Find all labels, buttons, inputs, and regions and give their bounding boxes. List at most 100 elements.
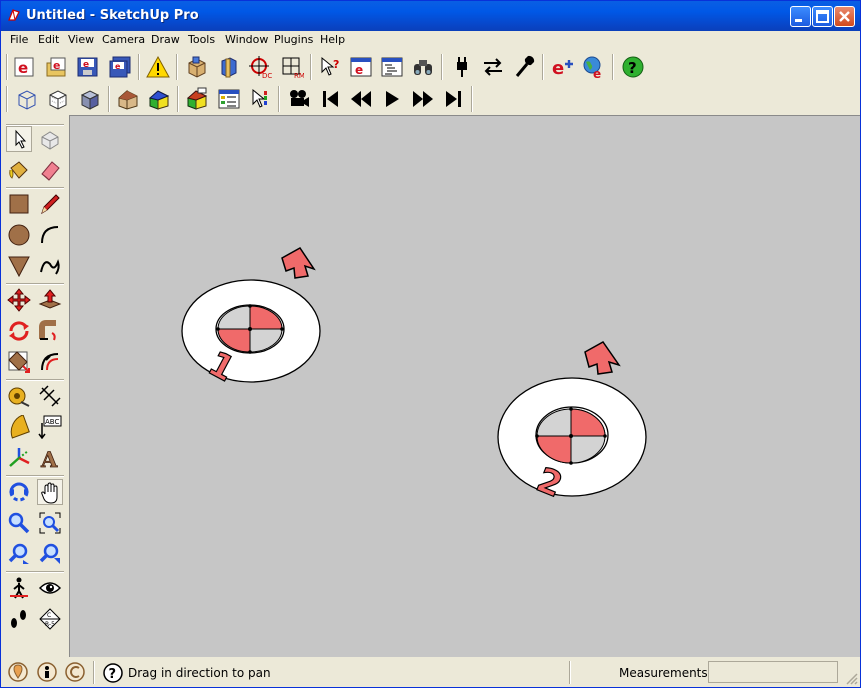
second-toolbar [1,84,481,114]
explorer-open-icon[interactable]: e [44,54,70,80]
maximize-button[interactable] [812,6,833,27]
geo-location-icon[interactable] [6,660,30,684]
look-around-icon[interactable] [37,575,63,601]
3d-text-icon[interactable]: A [37,445,63,471]
scene-canvas[interactable]: 1 2 [70,116,860,657]
marker-2[interactable]: 2 [497,341,647,506]
tools-palette: ABC A C R-5 [1,121,70,657]
rewind-icon[interactable] [348,86,374,112]
zoom-icon[interactable] [6,510,32,536]
text-label-icon[interactable]: ABC [37,414,63,440]
movie-camera-icon[interactable] [286,86,312,112]
arc-icon[interactable] [37,222,63,248]
help-icon[interactable]: ? [620,54,646,80]
move-icon[interactable] [6,287,32,313]
close-button[interactable] [834,6,855,27]
plug-icon[interactable] [449,54,475,80]
svg-text:R-5: R-5 [45,621,55,628]
follow-me-icon[interactable] [37,318,63,344]
warning-icon[interactable] [145,54,171,80]
eraser-icon[interactable] [37,157,63,183]
dimension-icon[interactable] [37,383,63,409]
explorer-save-icon[interactable]: e [75,54,101,80]
rotate-icon[interactable] [6,318,32,344]
menu-draw[interactable]: Draw [151,33,180,46]
polygon-icon[interactable] [6,253,32,279]
layer-grid-icon[interactable] [216,86,242,112]
pencil-icon[interactable] [37,191,63,217]
footprints-icon[interactable] [6,606,32,632]
colored-house-icon[interactable] [146,86,172,112]
pan-hand-icon[interactable] [37,479,63,505]
make-component-icon[interactable] [37,126,63,152]
menu-plugins[interactable]: Plugins [274,33,313,46]
section-symbol-icon[interactable]: C R-5 [37,606,63,632]
axes-icon[interactable] [6,445,32,471]
resize-grip-icon[interactable] [846,673,858,685]
svg-text:e: e [355,63,363,77]
offset-icon[interactable] [37,349,63,375]
explorer-saveas-icon[interactable]: e [107,54,133,80]
paint-bucket-icon[interactable] [6,157,32,183]
tape-measure-icon[interactable] [6,383,32,409]
select-arrow-icon[interactable] [6,126,32,152]
zoom-window-icon[interactable] [37,510,63,536]
menu-file[interactable]: File [10,33,28,46]
measurements-input[interactable] [708,661,838,683]
copyright-icon[interactable] [63,660,87,684]
menu-tools[interactable]: Tools [188,33,215,46]
menu-window[interactable]: Window [225,33,268,46]
drawing-viewport[interactable]: 1 2 [69,115,860,657]
play-icon[interactable] [379,86,405,112]
minimize-button[interactable] [790,6,811,27]
house-warehouse-icon[interactable] [184,86,210,112]
sketchup-app-icon[interactable] [7,8,21,22]
rectangle-icon[interactable] [6,191,32,217]
house-icon[interactable] [115,86,141,112]
whats-this-icon[interactable]: ? [317,54,343,80]
title-bar[interactable]: Untitled - SketchUp Pro [1,1,860,31]
menu-view[interactable]: View [68,33,94,46]
menu-help[interactable]: Help [320,33,345,46]
cube-section-icon[interactable] [215,54,241,80]
menu-edit[interactable]: Edit [38,33,59,46]
explorer-window-icon[interactable]: e [348,54,374,80]
explorer-e-icon[interactable]: e [12,54,38,80]
svg-text:?: ? [628,59,637,77]
section-plane-icon[interactable]: DC [247,54,273,80]
previous-view-icon[interactable] [6,541,32,567]
component-icon[interactable] [184,54,210,80]
outliner-icon[interactable] [379,54,405,80]
marker-1[interactable]: 1 [181,247,321,391]
globe-e-icon[interactable]: e [580,54,606,80]
binoculars-icon[interactable] [410,54,436,80]
credits-icon[interactable] [35,660,59,684]
shaded-cube-icon[interactable] [77,86,103,112]
circle-icon[interactable] [6,222,32,248]
svg-text:e: e [83,60,89,70]
protractor-icon[interactable] [6,414,32,440]
fast-forward-icon[interactable] [410,86,436,112]
menu-camera[interactable]: Camera [102,33,145,46]
push-pull-icon[interactable] [37,287,63,313]
measurements-label: Measurements [619,666,708,680]
cursor-color-icon[interactable] [247,86,273,112]
svg-text:?: ? [333,58,339,71]
wireframe-cube-icon[interactable] [14,86,40,112]
next-view-icon[interactable] [37,541,63,567]
hidden-line-cube-icon[interactable] [45,86,71,112]
svg-text:C: C [47,612,51,619]
svg-text:?: ? [109,667,117,682]
walk-icon[interactable] [6,575,32,601]
last-frame-icon[interactable] [441,86,467,112]
question-icon[interactable]: ? [101,661,123,683]
freehand-icon[interactable] [37,253,63,279]
first-frame-icon[interactable] [317,86,343,112]
wrench-icon[interactable] [511,54,537,80]
svg-text:e: e [115,62,121,71]
orbit-icon[interactable] [6,479,32,505]
grid-icon[interactable]: RM [279,54,305,80]
scale-icon[interactable] [6,349,32,375]
e-plus-icon[interactable]: e [549,54,575,80]
swap-arrows-icon[interactable] [480,54,506,80]
